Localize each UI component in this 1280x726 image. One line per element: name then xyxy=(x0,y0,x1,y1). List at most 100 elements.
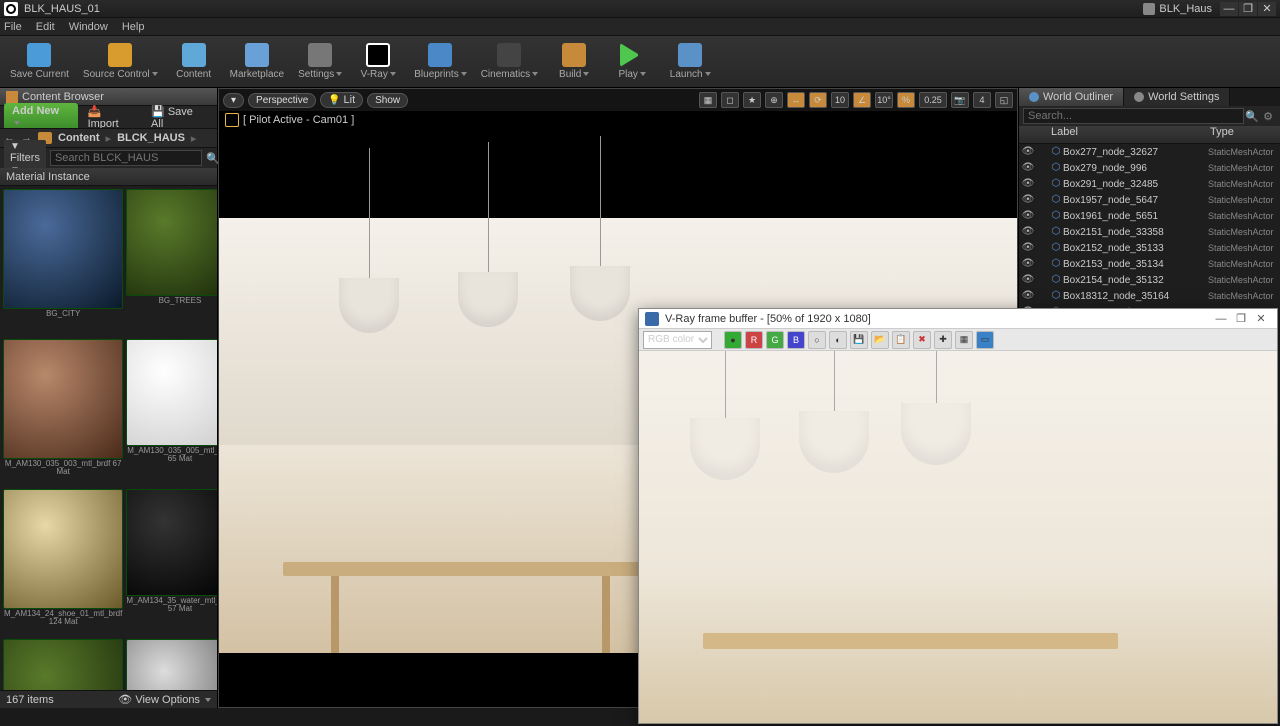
outliner-row[interactable]: 👁⬡Box2154_node_35132StaticMeshActor xyxy=(1019,272,1280,288)
source-button[interactable]: Source Control xyxy=(79,38,162,86)
angle-snap-value[interactable]: 10° xyxy=(875,92,893,108)
asset-item[interactable]: BG_TREES xyxy=(126,189,217,336)
camera-speed-value[interactable]: 4 xyxy=(973,92,991,108)
vfb-maximize-button[interactable]: ❐ xyxy=(1231,312,1251,325)
clear-button[interactable]: ✖ xyxy=(913,331,931,349)
add-new-button[interactable]: Add New xyxy=(4,103,78,131)
asset-item[interactable]: BG_CITY xyxy=(3,189,123,336)
visibility-icon[interactable]: 👁 xyxy=(1021,274,1035,286)
scale-snap-button[interactable]: % xyxy=(897,92,915,108)
visibility-icon[interactable]: 👁 xyxy=(1021,242,1035,254)
asset-item[interactable]: M_archmodels52_005 04 mtl xyxy=(126,639,217,690)
visibility-icon[interactable]: 👁 xyxy=(1021,290,1035,302)
immersive-button[interactable]: ◻ xyxy=(721,92,739,108)
rgb-all-button[interactable]: ● xyxy=(724,331,742,349)
play-button[interactable]: Play xyxy=(606,38,658,86)
menu-file[interactable]: File xyxy=(4,21,22,33)
content-button[interactable]: Content xyxy=(168,38,220,86)
channel-select[interactable]: RGB color xyxy=(643,331,712,349)
angle-snap-button[interactable]: ∠ xyxy=(853,92,871,108)
save-button[interactable]: Save Current xyxy=(6,38,73,86)
outliner-row[interactable]: 👁⬡Box291_node_32485StaticMeshActor xyxy=(1019,176,1280,192)
channel-b-button[interactable]: B xyxy=(787,331,805,349)
asset-item[interactable]: M_AM134_38_sticker_mtl_brdf 147 Mat xyxy=(3,639,123,690)
close-button[interactable]: ✕ xyxy=(1258,2,1276,16)
translate-button[interactable]: ↔ xyxy=(787,92,805,108)
build-button[interactable]: Build xyxy=(548,38,600,86)
tab-world-settings[interactable]: World Settings xyxy=(1124,88,1230,106)
vray-button[interactable]: V-Ray xyxy=(352,38,404,86)
camera-speed-button[interactable]: 📷 xyxy=(951,92,969,108)
search-icon[interactable]: 🔍 xyxy=(1244,110,1260,123)
outliner-row[interactable]: 👁⬡Box277_node_32627StaticMeshActor xyxy=(1019,144,1280,160)
asset-item[interactable]: M_AM130_035_005_mtl_brdf 65 Mat xyxy=(126,339,217,486)
outliner-row[interactable]: 👁⬡Box2153_node_35134StaticMeshActor xyxy=(1019,256,1280,272)
scale-snap-value[interactable]: 0.25 xyxy=(919,92,947,108)
channel-g-button[interactable]: G xyxy=(766,331,784,349)
viewport-options-button[interactable]: ▾ xyxy=(223,93,244,108)
launch-button[interactable]: Launch xyxy=(664,38,716,86)
outliner-row[interactable]: 👁⬡Box2152_node_35133StaticMeshActor xyxy=(1019,240,1280,256)
outliner-row[interactable]: 👁⬡Box1957_node_5647StaticMeshActor xyxy=(1019,192,1280,208)
menu-window[interactable]: Window xyxy=(69,21,108,33)
link-button[interactable]: ✚ xyxy=(934,331,952,349)
correction-button[interactable]: ▭ xyxy=(976,331,994,349)
crumb-content[interactable]: Content xyxy=(58,132,100,144)
mono-button[interactable]: ◐ xyxy=(829,331,847,349)
bp-button[interactable]: Blueprints xyxy=(410,38,470,86)
settings-button[interactable]: Settings xyxy=(294,38,346,86)
outliner-row[interactable]: 👁⬡Box18312_node_35164StaticMeshActor xyxy=(1019,288,1280,304)
outliner-search-input[interactable] xyxy=(1023,108,1244,124)
vfb-render-view[interactable] xyxy=(639,351,1277,723)
restore-button[interactable]: ❐ xyxy=(1239,2,1257,16)
search-input[interactable] xyxy=(50,150,202,166)
menu-edit[interactable]: Edit xyxy=(36,21,55,33)
channel-r-button[interactable]: R xyxy=(745,331,763,349)
vfb-close-button[interactable]: ✕ xyxy=(1251,312,1271,325)
vfb-minimize-button[interactable]: — xyxy=(1211,313,1231,325)
lit-mode-button[interactable]: 💡 Lit xyxy=(320,92,363,108)
visibility-icon[interactable]: 👁 xyxy=(1021,194,1035,206)
crumb-folder[interactable]: BLCK_HAUS xyxy=(117,132,185,144)
actor-type: StaticMeshActor xyxy=(1208,163,1278,173)
column-label[interactable]: Label xyxy=(1047,126,1210,143)
minimize-button[interactable]: — xyxy=(1220,2,1238,16)
grid-snap-value[interactable]: 10 xyxy=(831,92,849,108)
actor-type: StaticMeshActor xyxy=(1208,179,1278,189)
rotate-button[interactable]: ⟳ xyxy=(809,92,827,108)
market-button[interactable]: Marketplace xyxy=(226,38,288,86)
outliner-row[interactable]: 👁⬡Box1961_node_5651StaticMeshActor xyxy=(1019,208,1280,224)
visibility-icon[interactable]: 👁 xyxy=(1021,258,1035,270)
save-image-button[interactable]: 💾 xyxy=(850,331,868,349)
visibility-icon[interactable]: 👁 xyxy=(1021,162,1035,174)
asset-item[interactable]: M_AM134_35_water_mtl_brdf 57 Mat xyxy=(126,489,217,636)
alpha-button[interactable]: ○ xyxy=(808,331,826,349)
vray-frame-buffer-window[interactable]: V-Ray frame buffer - [50% of 1920 x 1080… xyxy=(638,308,1278,724)
menu-help[interactable]: Help xyxy=(122,21,145,33)
visibility-icon[interactable]: 👁 xyxy=(1021,226,1035,238)
outliner-row[interactable]: 👁⬡Box2151_node_33358StaticMeshActor xyxy=(1019,224,1280,240)
project-indicator[interactable]: BLK_Haus xyxy=(1143,3,1212,15)
load-image-button[interactable]: 📂 xyxy=(871,331,889,349)
asset-item[interactable]: M_AM134_24_shoe_01_mtl_brdf 124 Mat xyxy=(3,489,123,636)
game-view-button[interactable]: ▦ xyxy=(699,92,717,108)
asset-item[interactable]: M_AM130_035_003_mtl_brdf 67 Mat xyxy=(3,339,123,486)
visibility-icon[interactable]: 👁 xyxy=(1021,146,1035,158)
outliner-options-button[interactable]: ⚙ xyxy=(1260,110,1276,123)
bookmark-button[interactable]: ★ xyxy=(743,92,761,108)
column-type[interactable]: Type xyxy=(1210,126,1280,143)
visibility-icon[interactable]: 👁 xyxy=(1021,178,1035,190)
visibility-icon[interactable]: 👁 xyxy=(1021,210,1035,222)
copy-button[interactable]: 📋 xyxy=(892,331,910,349)
vfb-titlebar[interactable]: V-Ray frame buffer - [50% of 1920 x 1080… xyxy=(639,309,1277,329)
actor-type: StaticMeshActor xyxy=(1208,291,1278,301)
perspective-button[interactable]: Perspective xyxy=(248,93,316,108)
realtime-button[interactable]: ⊕ xyxy=(765,92,783,108)
view-options-button[interactable]: 👁 View Options xyxy=(118,693,211,706)
region-button[interactable]: ▦ xyxy=(955,331,973,349)
outliner-row[interactable]: 👁⬡Box279_node_996StaticMeshActor xyxy=(1019,160,1280,176)
viewport-maximize-button[interactable]: ◱ xyxy=(995,92,1013,108)
cine-button[interactable]: Cinematics xyxy=(477,38,542,86)
tab-world-outliner[interactable]: World Outliner xyxy=(1019,88,1124,106)
show-button[interactable]: Show xyxy=(367,93,408,108)
